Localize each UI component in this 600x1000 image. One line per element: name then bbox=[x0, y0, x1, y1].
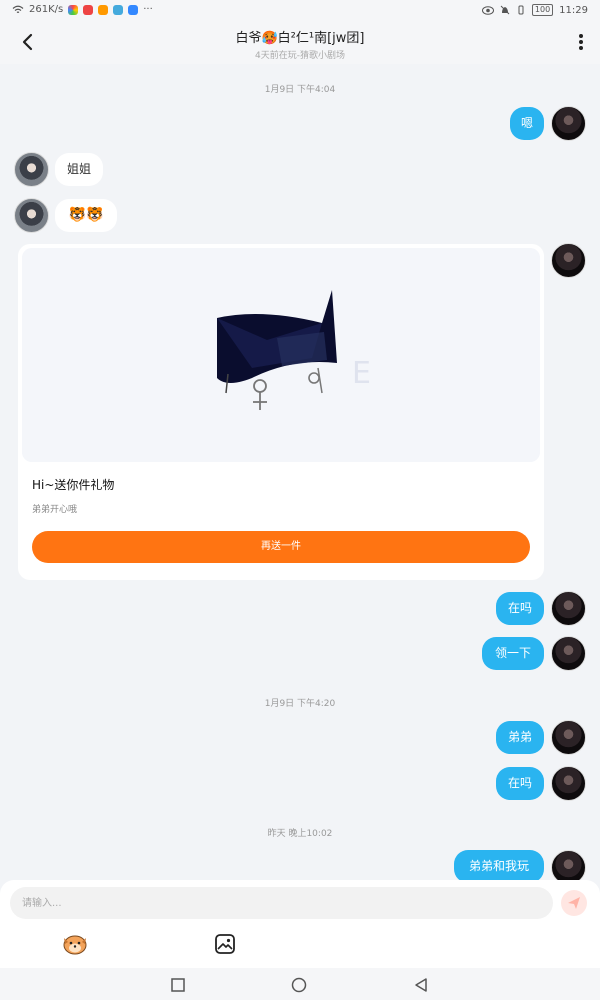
avatar[interactable] bbox=[551, 636, 586, 671]
back-triangle-icon[interactable] bbox=[413, 977, 429, 993]
wifi-icon bbox=[12, 5, 24, 13]
send-icon bbox=[568, 897, 580, 909]
recent-apps-icon[interactable] bbox=[170, 977, 186, 993]
timestamp: 1月9日 下午4:20 bbox=[264, 699, 336, 709]
more-notifications-icon: ··· bbox=[143, 4, 153, 15]
send-another-gift-button[interactable]: 再送一件 bbox=[32, 531, 530, 563]
gift-subtitle: 弟弟开心哦 bbox=[32, 505, 78, 515]
message-bubble-outgoing[interactable]: 领一下 bbox=[482, 637, 544, 670]
avatar[interactable] bbox=[551, 720, 586, 755]
image-icon[interactable] bbox=[213, 932, 237, 956]
avatar[interactable] bbox=[551, 106, 586, 141]
message-bubble-outgoing[interactable]: 嗯 bbox=[510, 107, 544, 140]
timestamp: 1月9日 下午4:04 bbox=[264, 85, 336, 95]
system-navigation-bar bbox=[0, 968, 600, 1000]
battery-indicator: 100 bbox=[531, 4, 554, 16]
more-vertical-icon[interactable] bbox=[576, 32, 586, 52]
app-notification-icon bbox=[113, 4, 124, 15]
app-notification-icon bbox=[128, 4, 139, 15]
message-bubble-outgoing[interactable]: 在吗 bbox=[496, 767, 544, 800]
chat-title-block[interactable]: 白爷🥵白²仁¹南[jw团] 4天前在玩-猜歌小剧场 bbox=[150, 27, 450, 61]
clock: 11:29 bbox=[559, 4, 588, 16]
gift-title: Hi~送你件礼物 bbox=[32, 478, 115, 492]
chat-subtitle: 4天前在玩-猜歌小剧场 bbox=[255, 51, 345, 61]
avatar[interactable] bbox=[551, 243, 586, 278]
chat-header: 白爷🥵白²仁¹南[jw团] 4天前在玩-猜歌小剧场 bbox=[0, 22, 600, 64]
avatar[interactable] bbox=[551, 591, 586, 626]
send-button[interactable] bbox=[561, 890, 587, 916]
timestamp: 昨天 晚上10:02 bbox=[267, 829, 333, 839]
gift-card[interactable]: E Hi~送你件礼物 弟弟开心哦 再送一件 bbox=[18, 244, 544, 580]
status-bar: 261K/s ··· 100 11:29 bbox=[0, 0, 600, 22]
network-speed: 261K/s bbox=[29, 4, 64, 15]
message-bubble-outgoing[interactable]: 弟弟和我玩 bbox=[454, 850, 544, 883]
back-arrow-icon[interactable] bbox=[16, 30, 40, 54]
home-icon[interactable] bbox=[291, 977, 307, 993]
message-input[interactable] bbox=[10, 887, 553, 919]
message-bubble-outgoing[interactable]: 弟弟 bbox=[496, 721, 544, 754]
app-notification-icon bbox=[98, 4, 109, 15]
mute-icon bbox=[500, 5, 510, 15]
message-list[interactable]: 1月9日 下午4:04 嗯 姐姐 🐯🐯 E Hi~送你件礼物 弟弟开心哦 再送一… bbox=[0, 64, 600, 885]
message-bubble-outgoing[interactable]: 在吗 bbox=[496, 592, 544, 625]
emoji-icon[interactable] bbox=[62, 932, 88, 956]
gift-image: E bbox=[22, 248, 540, 462]
gift-choker-illustration: E bbox=[22, 248, 540, 462]
message-bubble-incoming[interactable]: 🐯🐯 bbox=[55, 199, 117, 232]
avatar[interactable] bbox=[551, 766, 586, 801]
eye-icon bbox=[481, 5, 494, 15]
avatar[interactable] bbox=[14, 152, 49, 187]
avatar[interactable] bbox=[14, 198, 49, 233]
chat-title: 白爷🥵白²仁¹南[jw团] bbox=[235, 31, 365, 46]
app-notification-icon bbox=[68, 4, 79, 15]
message-bubble-incoming[interactable]: 姐姐 bbox=[55, 153, 103, 186]
app-notification-icon bbox=[83, 4, 94, 15]
svg-text:E: E bbox=[352, 356, 371, 391]
composer bbox=[0, 880, 600, 968]
vibrate-icon bbox=[518, 5, 524, 15]
